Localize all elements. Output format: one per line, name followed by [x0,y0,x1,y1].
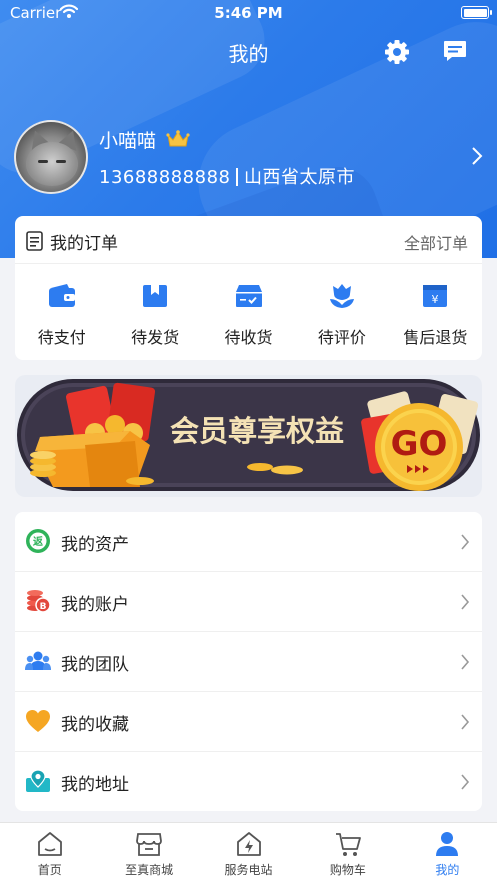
order-status-pending-receipt[interactable]: 待收货 [202,278,295,348]
message-icon[interactable] [442,38,468,64]
orders-title: 我的订单 [50,234,118,254]
order-status-label: 待评价 [317,328,366,347]
svg-text:B: B [40,602,47,612]
chevron-right-icon [461,714,470,730]
tab-home[interactable]: 首页 [0,823,99,883]
crown-icon [166,130,190,147]
tab-bar: 首页 至真商城 服务电站 购物车 我的 [0,822,497,883]
banner-go-label: GO [391,424,448,464]
phone-number: 13688888888 [99,167,231,188]
power-station-icon [236,832,261,856]
chevron-right-icon [461,654,470,670]
box-check-icon [235,285,262,307]
status-bar: Carrier 5:46 PM [0,0,497,26]
menu-item-label: 我的资产 [61,535,129,555]
tab-power-station[interactable]: 服务电站 [199,823,298,883]
orders-header[interactable]: 我的订单 全部订单 [15,216,482,264]
tab-store[interactable]: 至真商城 [99,823,198,883]
order-status-label: 售后退货 [403,328,468,347]
menu-item-label: 我的地址 [61,775,129,795]
flower-icon [329,284,354,308]
tab-label: 首页 [37,863,62,877]
menu-item-account[interactable]: B 我的账户 [15,572,482,632]
user-meta: 13688888888 山西省太原市 [99,163,355,189]
user-icon [436,832,459,856]
store-icon [136,833,163,856]
order-status-label: 待发货 [131,328,180,347]
cart-icon [335,833,361,856]
tab-mine[interactable]: 我的 [398,823,497,883]
order-status-label: 待收货 [224,328,273,347]
order-status-row: 待支付 待发货 待收货 待评价 ¥ 售后退货 [15,278,482,348]
menu-item-label: 我的账户 [61,595,129,615]
location-icon [26,769,50,792]
rebate-icon: 返 [26,529,50,553]
svg-text:返: 返 [33,535,43,548]
chevron-right-icon [461,594,470,610]
chevron-right-icon[interactable] [470,146,484,166]
wallet-icon [48,284,75,307]
page-title: 我的 [228,42,269,66]
team-icon [25,651,51,670]
menu-card: 返 我的资产 B 我的账户 我的团队 我的收藏 我的地址 [15,512,482,811]
username: 小喵喵 [99,130,157,152]
order-status-label: 待支付 [37,328,86,347]
chevron-right-icon [461,534,470,550]
menu-item-label: 我的收藏 [61,715,129,735]
status-time: 5:46 PM [214,4,283,22]
heart-icon [26,710,50,732]
menu-item-assets[interactable]: 返 我的资产 [15,512,482,572]
package-icon [143,285,168,307]
menu-item-address[interactable]: 我的地址 [15,752,482,812]
all-orders-link[interactable]: 全部订单 [404,230,468,254]
order-status-pending-payment[interactable]: 待支付 [15,278,108,348]
menu-item-favorites[interactable]: 我的收藏 [15,692,482,752]
battery-icon [461,6,492,19]
avatar[interactable] [14,120,88,194]
tab-label: 购物车 [329,863,366,877]
orders-card: 我的订单 全部订单 待支付 待发货 待收货 待评价 ¥ 售后退货 [15,216,482,360]
tab-cart[interactable]: 购物车 [298,823,397,883]
meta-divider [236,168,238,186]
member-benefits-banner[interactable]: GO 会员尊享权益 [15,375,482,497]
tab-label: 服务电站 [224,863,273,877]
gear-icon[interactable] [383,38,411,66]
menu-item-label: 我的团队 [61,655,129,675]
user-location: 山西省太原市 [243,167,355,188]
order-status-pending-shipment[interactable]: 待发货 [108,278,201,348]
menu-item-team[interactable]: 我的团队 [15,632,482,692]
chevron-right-icon [461,774,470,790]
svg-text:¥: ¥ [432,293,439,306]
order-status-pending-review[interactable]: 待评价 [295,278,388,348]
tab-label: 至真商城 [125,863,174,877]
coins-icon: B [27,590,51,613]
home-icon [37,832,62,856]
document-icon [26,231,43,251]
refund-icon: ¥ [423,285,448,307]
banner-title: 会员尊享权益 [170,414,344,448]
order-status-after-sales[interactable]: ¥ 售后退货 [389,278,482,348]
tab-label: 我的 [435,863,460,877]
